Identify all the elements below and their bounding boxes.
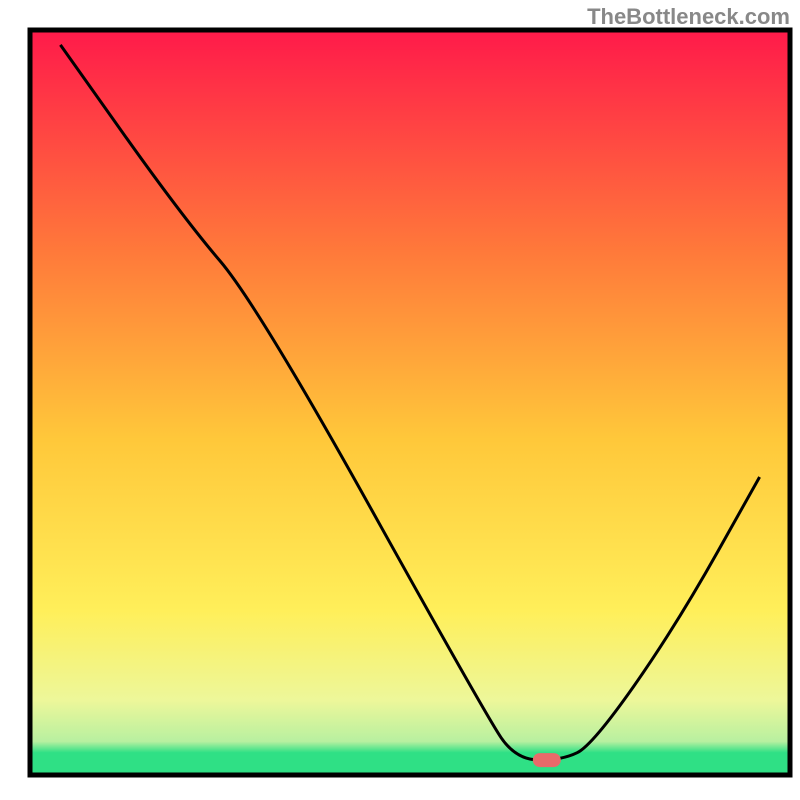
watermark-text: TheBottleneck.com [587,4,790,30]
chart-container: TheBottleneck.com [0,0,800,800]
optimal-marker [533,753,561,767]
gradient-background [30,30,790,775]
bottleneck-chart [0,0,800,800]
